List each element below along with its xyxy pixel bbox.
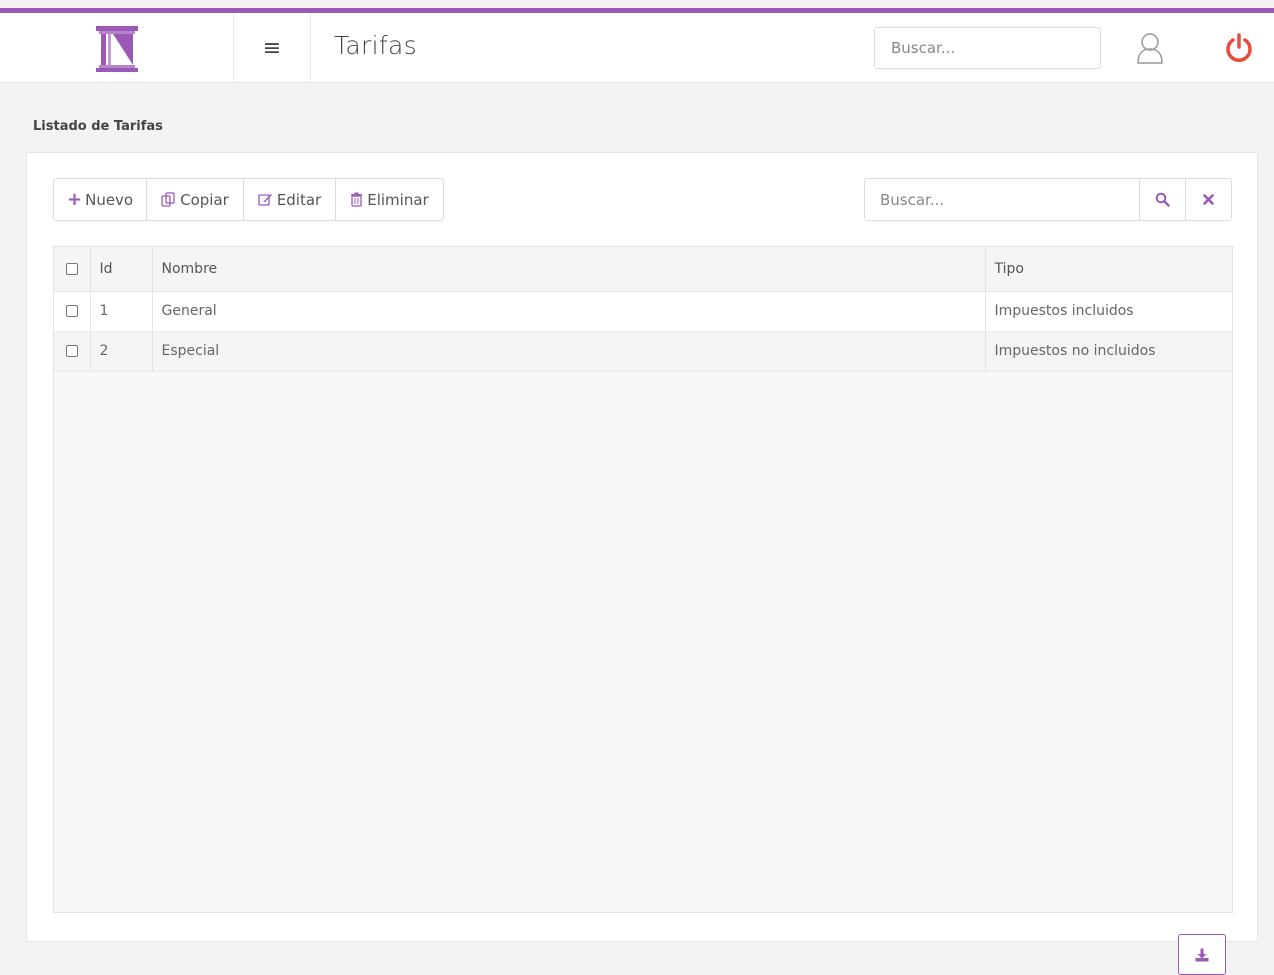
- trash-icon: [350, 192, 363, 207]
- new-button[interactable]: + Nuevo: [54, 179, 148, 220]
- select-all-cell: [54, 247, 91, 292]
- table-search-input[interactable]: [865, 179, 1139, 220]
- tarifas-panel: + Nuevo Copiar Editar Eliminar Buscar...…: [26, 152, 1258, 975]
- edit-icon: [258, 192, 273, 207]
- plus-icon: +: [67, 189, 83, 210]
- table-search: [864, 178, 1232, 221]
- row-checkbox[interactable]: [66, 305, 78, 317]
- close-icon: [1203, 194, 1214, 205]
- edit-button[interactable]: Editar: [243, 179, 337, 220]
- copy-icon: [161, 192, 176, 207]
- header-search-input[interactable]: [874, 27, 1101, 69]
- toolbar: + Nuevo Copiar Editar Eliminar: [53, 178, 444, 221]
- delete-button[interactable]: Eliminar: [336, 179, 443, 220]
- clear-search-button[interactable]: [1185, 179, 1231, 220]
- table-row[interactable]: 2 Especial Impuestos no incluidos: [54, 331, 1232, 371]
- copy-button[interactable]: Copiar: [147, 179, 244, 220]
- logo[interactable]: [0, 13, 233, 83]
- tarifas-table: Id Nombre Tipo 1 General Impuestos inclu…: [53, 246, 1233, 975]
- delete-button-label: Eliminar: [367, 190, 429, 209]
- app-header: ≡ Tarifas: [0, 13, 1274, 83]
- search-button[interactable]: [1139, 179, 1185, 220]
- edit-button-label: Editar: [276, 190, 322, 209]
- row-select-cell: [54, 331, 91, 371]
- select-all-checkbox[interactable]: [66, 262, 78, 275]
- row-checkbox[interactable]: [66, 345, 78, 357]
- hamburger-icon: ≡: [262, 35, 282, 61]
- copy-button-label: Copiar: [180, 190, 229, 209]
- row-select-cell: [54, 291, 91, 331]
- column-logo-icon: [95, 26, 138, 72]
- section-title: Listado de Tarifas: [33, 119, 163, 134]
- power-icon[interactable]: [1224, 33, 1254, 63]
- download-button[interactable]: [1178, 934, 1226, 975]
- menu-toggle-button[interactable]: ≡: [233, 13, 311, 83]
- user-icon[interactable]: [1135, 31, 1165, 65]
- column-header-nombre[interactable]: Nombre: [152, 247, 986, 292]
- table-row[interactable]: 1 General Impuestos incluidos: [54, 291, 1232, 331]
- download-icon: [1195, 948, 1209, 961]
- cell-tipo: Impuestos incluidos: [994, 303, 1134, 319]
- cell-id: 2: [90, 331, 153, 371]
- search-icon: [1155, 192, 1170, 207]
- column-header-tipo[interactable]: Tipo: [985, 247, 1232, 292]
- page-title: Tarifas: [334, 31, 417, 60]
- column-header-id[interactable]: Id: [90, 247, 153, 292]
- table-header-row: Id Nombre Tipo: [54, 247, 1232, 292]
- cell-id: 1: [90, 291, 153, 331]
- cell-nombre: General: [152, 291, 986, 331]
- new-button-label: Nuevo: [85, 190, 134, 209]
- cell-tipo: Impuestos no incluidos: [994, 343, 1156, 359]
- cell-nombre: Especial: [152, 331, 986, 371]
